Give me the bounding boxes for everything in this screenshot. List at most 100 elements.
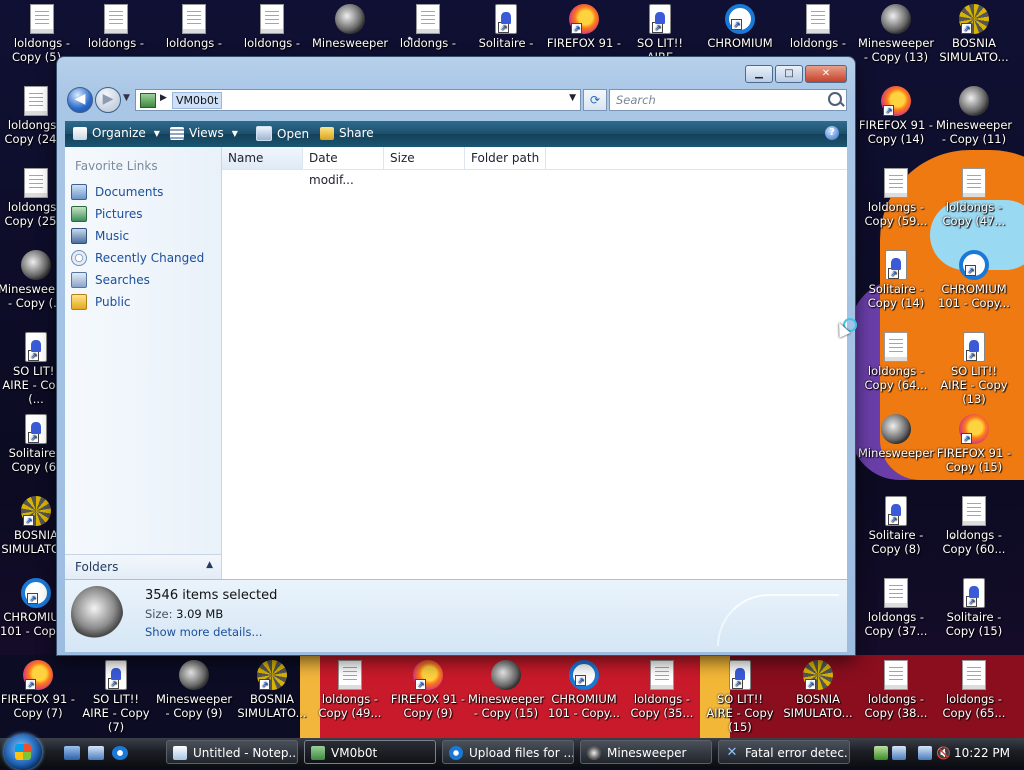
desktop-icon[interactable]: loldongs - Copy (64... [858,332,934,392]
shortcut-arrow-icon: ↗ [731,19,742,30]
maximize-button[interactable]: □ [775,65,803,83]
nav-link-recently-changed[interactable]: Recently Changed [71,247,204,269]
forward-button[interactable]: ▶ [95,87,121,113]
search-box[interactable]: Search [609,89,847,111]
desktop-icon[interactable]: ↗ CHROMIUM [702,4,778,50]
internet-explorer-icon[interactable] [112,746,128,760]
desktop-icon[interactable]: loldongs - Copy (35... [624,660,700,720]
desktop-icon[interactable]: loldongs - Copy (59... [858,168,934,228]
open-button[interactable]: Open [256,126,309,141]
desktop-icon[interactable]: loldongs - Copy (65... [936,660,1012,720]
desktop-icon[interactable]: ↗ BOSNIA SIMULATO... [780,660,856,720]
desktop-icon[interactable]: loldongs - Copy (49... [312,660,388,720]
nav-link-music[interactable]: Music [71,225,204,247]
nav-link-public[interactable]: Public [71,291,204,313]
desktop-icon[interactable]: ↗ FIREFOX 91 - Copy (9) [390,660,466,720]
taskbar-item-browser[interactable]: Upload files for ... [442,740,574,764]
start-button[interactable] [4,734,42,770]
file-list[interactable]: Name Date modif... Size Folder path [222,147,847,579]
desktop-icon[interactable]: ↗SO LIT!! AIRE [622,4,698,64]
desktop-icon[interactable]: loldongs - Copy (5)... [4,4,80,64]
recent-pages-dropdown[interactable]: ▼ [123,93,130,103]
desktop-icon[interactable]: loldongs - [78,4,154,50]
desktop-icon-label: SO LIT!! AIRE - Copy (7) [82,692,150,734]
address-dropdown-icon[interactable]: ▼ [569,93,576,103]
shortcut-arrow-icon: ↗ [25,679,36,690]
desktop-icon-label: loldongs - [87,36,145,50]
desktop-icon[interactable]: ↗ SO LIT!! AIRE - Copy (13) [936,332,1012,406]
desktop-icon[interactable]: ↗ FIREFOX 91 - Copy (7) [0,660,76,720]
desktop-icon[interactable]: ↗ Solitaire - [468,4,544,50]
shortcut-arrow-icon: ↗ [28,350,39,361]
desktop-icon[interactable]: ↗ Solitaire - Copy (15) [936,578,1012,638]
share-button[interactable]: Share [320,126,374,140]
connection-icon[interactable] [918,746,932,760]
show-desktop-icon[interactable] [64,746,80,760]
desktop-icon[interactable]: ↗ Solitaire - Copy (8) [858,496,934,556]
explorer-window[interactable]: ▁ □ ✕ ◀ ▶ ▼ ▶ VM0b0t ▼ ⟳ Search Organize… [57,57,855,655]
minimize-button[interactable]: ▁ [745,65,773,83]
desktop-icon[interactable]: loldongs - Copy (47... [936,168,1012,228]
address-path[interactable]: VM0b0t [172,92,223,109]
column-name[interactable]: Name [222,147,303,169]
desktop-icon[interactable]: loldongs - [780,4,856,50]
desktop-icon[interactable]: ↗ FIREFOX 91 - Copy (15) [936,414,1012,474]
desktop-icon[interactable]: Minesweeper - Copy (13) [858,4,934,64]
fox-icon: ↗ [569,4,599,34]
organize-button[interactable]: Organize ▼ [73,126,160,140]
breadcrumb-separator-icon[interactable]: ▶ [160,93,167,103]
taskbar-item-notepad[interactable]: Untitled - Notep... [166,740,298,764]
forward-arrow-icon: ▶ [102,91,114,107]
network-icon[interactable] [874,746,888,760]
desktop-icon[interactable]: ↗ BOSNIA SIMULATO... [936,4,1012,64]
taskbar-item-error[interactable]: ✕ Fatal error detec... [718,740,850,764]
desktop-icon[interactable]: loldongs - Copy (60... [936,496,1012,556]
desktop-icon-label: Solitaire - Copy (14) [867,282,925,310]
desktop-icon[interactable]: ↗ FIREFOX 91 - [546,4,622,50]
desktop-icon[interactable]: loldongs - Copy (37... [858,578,934,638]
desktop-icon[interactable]: ↗ BOSNIA SIMULATO... [234,660,310,720]
desktop-icon[interactable]: loldongs - [234,4,310,50]
folders-toggle[interactable]: Folders ▲ [65,554,221,579]
taskbar-item-minesweeper[interactable]: Minesweeper [580,740,712,764]
desktop-icon[interactable]: ↗ CHROMIUM 101 - Copy... [936,250,1012,310]
switch-windows-icon[interactable] [88,746,104,760]
desktop-icon[interactable]: ↗ CHROMIUM 101 - Copy... [546,660,622,720]
chevron-up-icon: ▲ [206,560,213,570]
column-date-modified[interactable]: Date modif... [303,147,384,187]
desktop-icon[interactable]: loldongs - [390,4,466,50]
doc-icon [104,4,128,34]
show-more-details-link[interactable]: Show more details... [145,625,262,639]
clock[interactable]: 10:22 PM [954,746,1010,760]
nav-link-pictures[interactable]: Pictures [71,203,204,225]
desktop-icon[interactable]: Minesweeper - Copy (9) [156,660,232,720]
views-button[interactable]: Views ▼ [170,126,238,140]
help-icon[interactable]: ? [825,126,839,140]
desktop-icon-label: CHROMIUM 101 - Copy... [938,282,1010,310]
refresh-button[interactable]: ⟳ [583,89,607,111]
volume-muted-icon[interactable]: 🔇 [936,746,951,760]
desktop-icon[interactable]: Minesweeper [858,414,934,460]
search-icon[interactable] [828,92,842,106]
desktop-icon[interactable]: loldongs - Copy (38... [858,660,934,720]
nav-link-documents[interactable]: Documents [71,181,204,203]
back-button[interactable]: ◀ [67,87,93,113]
desktop-icon[interactable]: Minesweeper [312,4,388,50]
desktop-icon[interactable]: ↗ Solitaire - Copy (14) [858,250,934,310]
desktop-icon[interactable]: Minesweeper - Copy (15) [468,660,544,720]
close-button[interactable]: ✕ [805,65,847,83]
desktop-icon[interactable]: Minesweeper - Copy (11) [936,86,1012,146]
error-icon: ✕ [726,745,738,760]
display-icon[interactable] [892,746,906,760]
nav-link-searches[interactable]: Searches [71,269,204,291]
taskbar-item-label: Minesweeper [607,746,687,760]
column-size[interactable]: Size [384,147,465,169]
share-label: Share [339,126,374,140]
desktop-icon[interactable]: ↗ FIREFOX 91 - Copy (14) [858,86,934,146]
address-bar[interactable]: ▶ VM0b0t ▼ [135,89,581,111]
desktop-icon[interactable]: ↗ SO LIT!! AIRE - Copy (15) [702,660,778,734]
desktop-icon[interactable]: ↗ SO LIT!! AIRE - Copy (7) [78,660,154,734]
taskbar-item-explorer[interactable]: VM0b0t [304,740,436,764]
desktop-icon[interactable]: loldongs - [156,4,232,50]
column-folder-path[interactable]: Folder path [465,147,546,169]
